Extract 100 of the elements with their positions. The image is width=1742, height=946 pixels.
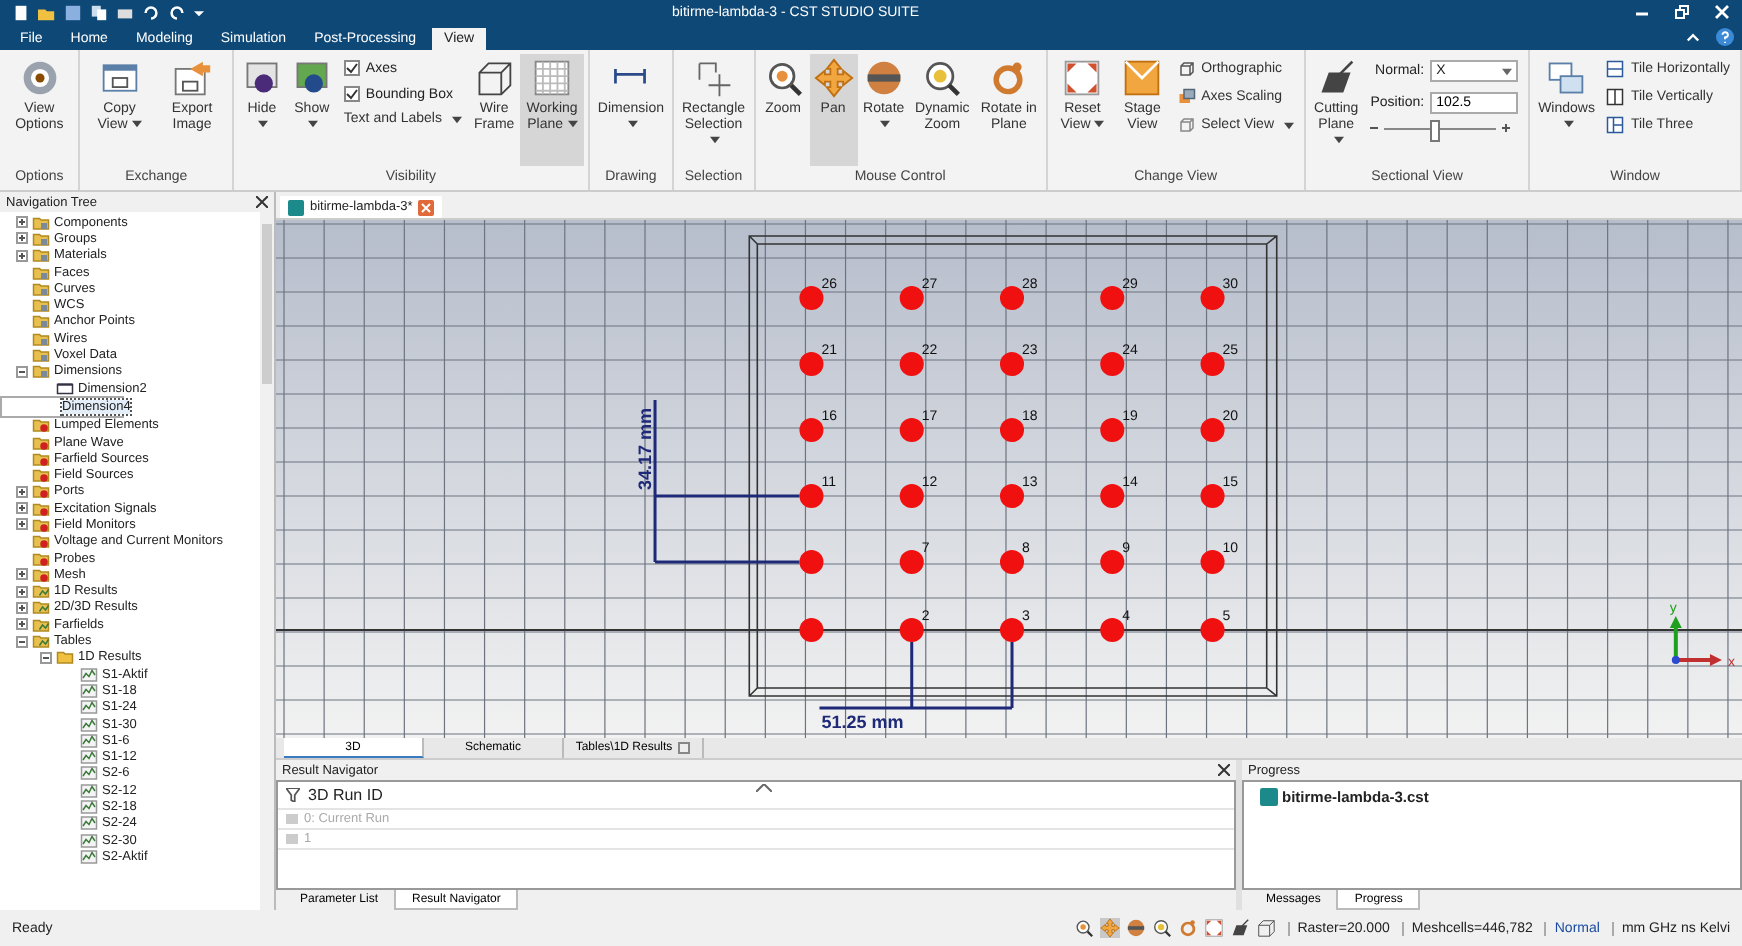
stage-icon [1122, 58, 1163, 98]
folder-icon [32, 346, 50, 365]
sphere-icon[interactable] [1125, 918, 1146, 938]
folder-icon [32, 482, 50, 501]
caret-icon [710, 136, 721, 145]
port-dot[interactable] [1200, 484, 1225, 508]
close-icon[interactable] [256, 196, 268, 208]
restore-icon[interactable] [1674, 4, 1690, 20]
gear-icon [19, 58, 60, 98]
port-dot[interactable] [1000, 618, 1025, 642]
windows-icon [1546, 58, 1587, 98]
collapse-ribbon-icon[interactable] [1686, 30, 1700, 44]
caret-icon [1502, 67, 1513, 75]
folder-icon [32, 296, 50, 315]
print-icon[interactable] [116, 3, 134, 21]
chart-icon [80, 715, 98, 734]
port-dot[interactable] [899, 418, 924, 442]
port-dot[interactable] [1200, 286, 1225, 310]
port-dot[interactable] [1000, 550, 1025, 574]
chart-icon [80, 748, 98, 767]
chart-icon [80, 814, 98, 833]
port-dot[interactable] [1100, 352, 1125, 376]
undo-icon[interactable] [142, 3, 160, 21]
port-dot[interactable] [1000, 352, 1025, 376]
expand-icon[interactable] [16, 249, 28, 262]
plus-icon [1502, 124, 1511, 132]
expand-icon[interactable] [16, 502, 28, 515]
collapse-icon[interactable] [756, 784, 772, 792]
dropdown-icon[interactable] [194, 7, 204, 17]
port-dot[interactable] [1000, 484, 1025, 508]
redo-icon[interactable] [168, 3, 186, 21]
caret-icon [1094, 120, 1105, 129]
save-icon[interactable] [64, 3, 82, 21]
port-dot[interactable] [899, 484, 924, 508]
collapse-icon[interactable] [16, 635, 28, 648]
folder-icon [32, 532, 50, 551]
cube-icon[interactable] [1255, 918, 1276, 938]
filter-icon[interactable] [286, 788, 300, 802]
plane-icon[interactable] [1229, 918, 1250, 938]
caret-icon [1333, 136, 1344, 145]
checkmark-icon [345, 88, 358, 100]
magnifier-icon [922, 58, 963, 98]
port-dot[interactable] [799, 618, 824, 642]
chart-icon [80, 847, 98, 866]
result-filter-row[interactable]: 3D Run ID [278, 782, 1234, 810]
slider-thumb[interactable] [1430, 119, 1441, 141]
port-dot[interactable] [799, 418, 824, 442]
dimension-label: 34.17 mm [635, 408, 656, 490]
chart-icon [80, 681, 98, 700]
collapse-icon[interactable] [40, 651, 52, 664]
port-dot[interactable] [1200, 550, 1225, 574]
help-icon[interactable] [1716, 28, 1734, 46]
port-dot[interactable] [1200, 352, 1225, 376]
folder-icon [32, 229, 50, 248]
port-dot[interactable] [1100, 286, 1125, 310]
monitor-icon [241, 58, 282, 98]
expand-icon[interactable] [16, 585, 28, 598]
port-dot[interactable] [1000, 286, 1025, 310]
port-dot[interactable] [1100, 418, 1125, 442]
port-dot[interactable] [799, 550, 824, 574]
close-icon[interactable] [1218, 764, 1230, 776]
port-dot[interactable] [1100, 618, 1125, 642]
port-dot[interactable] [899, 550, 924, 574]
expand-icon[interactable] [16, 216, 28, 229]
collapse-icon[interactable] [16, 365, 28, 378]
port-dot[interactable] [1100, 550, 1125, 574]
magnifier-icon[interactable] [1151, 918, 1172, 938]
caret-icon [567, 120, 577, 129]
folder-icon [32, 632, 50, 651]
port-dot[interactable] [1100, 484, 1125, 508]
magnifier-icon[interactable] [1073, 918, 1094, 938]
folder-icon [32, 263, 50, 282]
dimension-icon [56, 379, 74, 398]
expand-icon[interactable] [1203, 918, 1224, 938]
folder-icon [56, 648, 74, 667]
expand-icon[interactable] [16, 568, 28, 581]
axes-icon [1177, 88, 1196, 106]
chart-icon [80, 665, 98, 684]
expand-icon[interactable] [16, 518, 28, 531]
port-dot[interactable] [899, 352, 924, 376]
expand-icon[interactable] [16, 232, 28, 245]
expand-icon[interactable] [16, 601, 28, 614]
port-dot[interactable] [799, 484, 824, 508]
copy-icon[interactable] [90, 3, 108, 21]
port-dot[interactable] [899, 286, 924, 310]
folder-icon [32, 499, 50, 518]
port-dot[interactable] [1200, 618, 1225, 642]
caret-icon [1284, 121, 1295, 129]
port-dot[interactable] [799, 352, 824, 376]
port-dot[interactable] [899, 618, 924, 642]
expand-icon[interactable] [16, 485, 28, 498]
chart-icon [80, 764, 98, 783]
new-file-icon[interactable] [12, 3, 30, 21]
port-dot[interactable] [1200, 418, 1225, 442]
caret-icon [1563, 120, 1574, 129]
port-dot[interactable] [1000, 418, 1025, 442]
port-dot[interactable] [799, 286, 824, 310]
origin-dot [1671, 656, 1680, 664]
expand-icon[interactable] [16, 618, 28, 631]
export-icon [172, 58, 213, 98]
